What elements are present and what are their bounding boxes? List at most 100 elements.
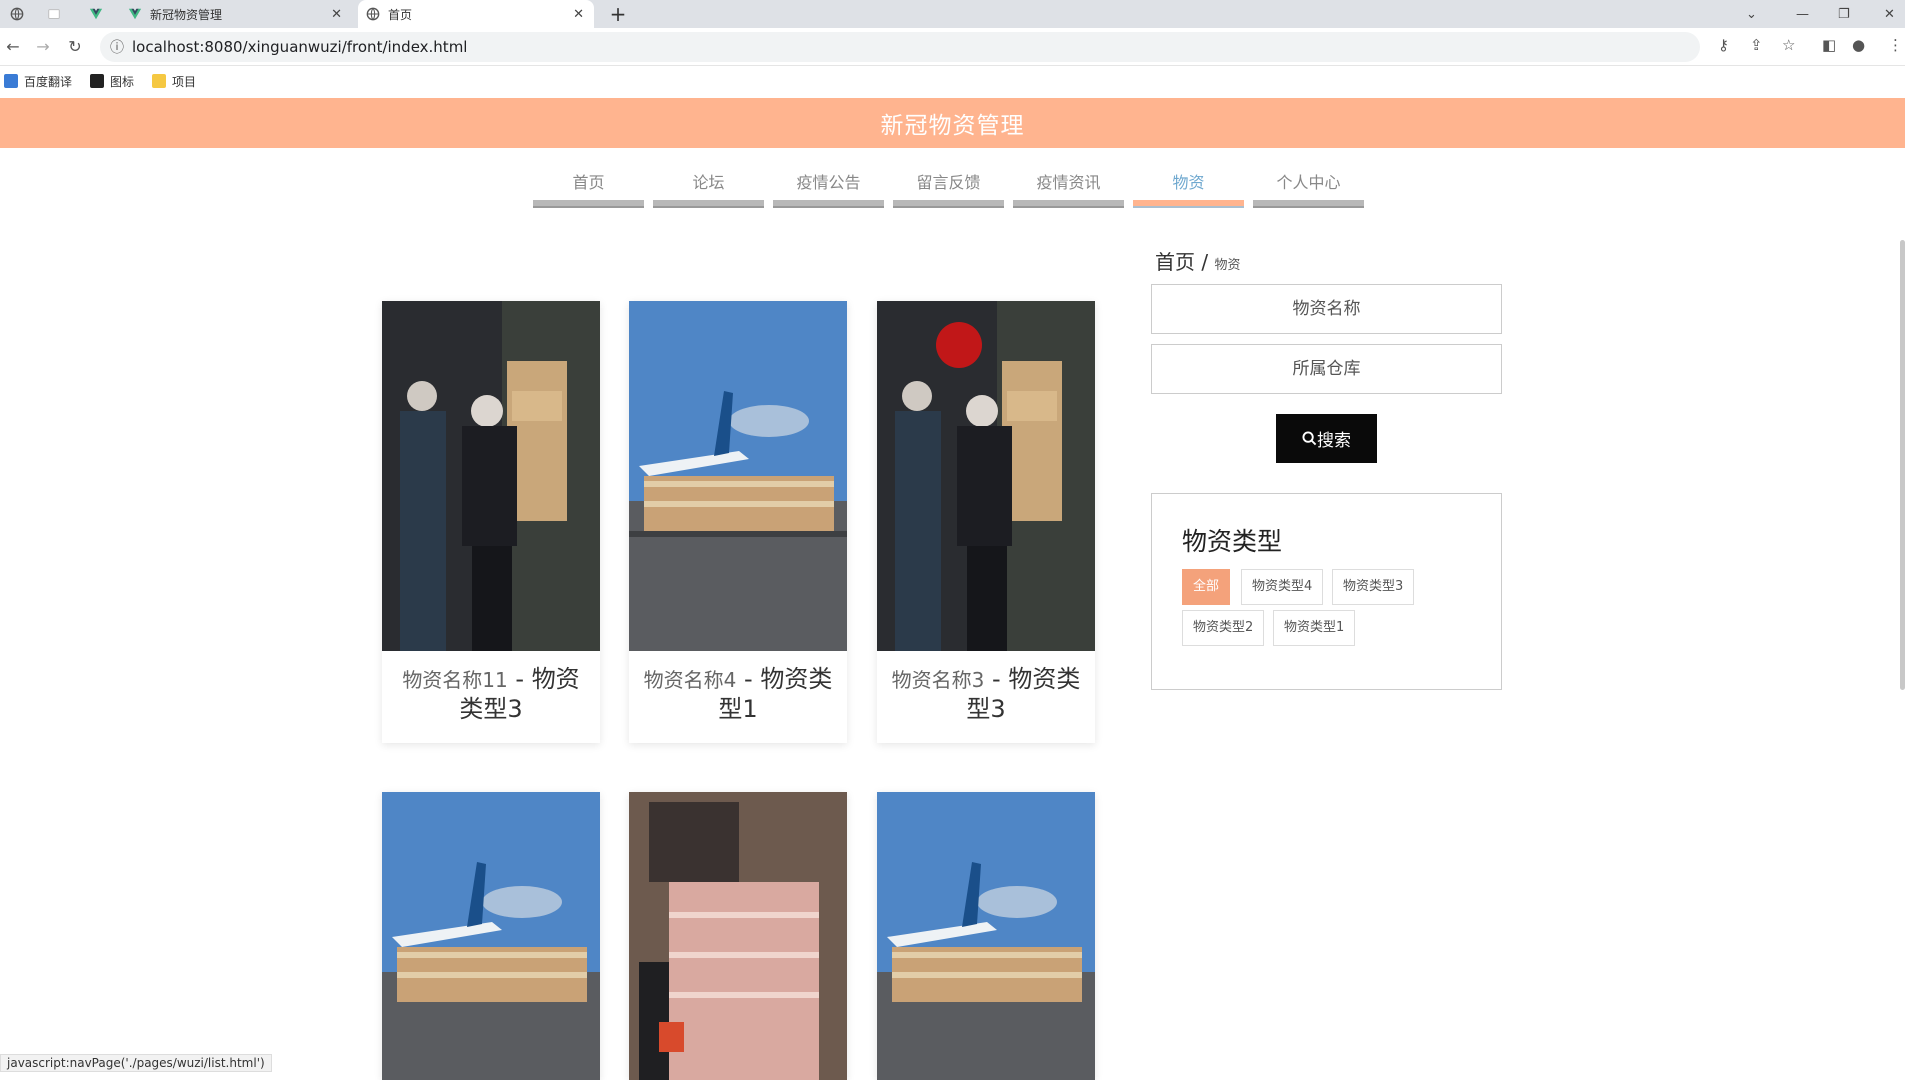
sidepanel-icon[interactable]: ◧ [1822, 36, 1836, 54]
bookmark-label: 图标 [110, 74, 135, 89]
nav-underline [533, 200, 644, 208]
breadcrumb: 首页 / 物资 [1155, 246, 1240, 275]
nav-underline [1013, 200, 1124, 208]
category-tag-all[interactable]: 全部 [1182, 569, 1231, 605]
tab-xinguan-admin[interactable]: 新冠物资管理 ✕ [124, 0, 352, 28]
bookmark-baidu-fanyi[interactable]: 百度翻译 [4, 73, 72, 90]
bookmark-label: 项目 [172, 74, 197, 89]
close-icon[interactable]: ✕ [573, 7, 584, 22]
bookmark-tubiao[interactable]: 图标 [90, 73, 134, 90]
category-tag-type1[interactable]: 物资类型1 [1273, 610, 1356, 646]
back-icon[interactable]: ← [2, 36, 24, 58]
nav-label: 疫情资讯 [1036, 173, 1101, 192]
product-card[interactable]: 物资名称3 - 物资类型3 [877, 301, 1095, 743]
search-icon [1302, 431, 1317, 446]
product-name: 物资名称3 [891, 668, 985, 692]
nav-label: 物资 [1172, 173, 1205, 192]
nav-item-supplies[interactable]: 物资 [1133, 168, 1244, 208]
new-tab-button[interactable]: + [606, 0, 630, 28]
click-indicator [936, 322, 982, 368]
nav-underline [653, 200, 764, 208]
product-card[interactable]: 物资名称11 - 物资类型3 [382, 301, 600, 743]
breadcrumb-separator: / [1195, 250, 1215, 274]
tab-title: 首页 [388, 7, 413, 22]
nav-item-home[interactable]: 首页 [533, 168, 644, 208]
status-link-preview: javascript:navPage('./pages/wuzi/list.ht… [0, 1054, 272, 1072]
product-card[interactable] [629, 792, 847, 1080]
globe-icon [10, 7, 24, 21]
tab-title: 新冠物资管理 [150, 7, 223, 22]
share-icon[interactable]: ⇪ [1750, 36, 1763, 54]
nav-label: 疫情公告 [796, 173, 861, 192]
airplane-cargo-photo [877, 792, 1095, 1080]
stacked-boxes-photo [629, 792, 847, 1080]
warehouse-input[interactable]: 所属仓库 [1151, 344, 1502, 394]
product-card[interactable] [877, 792, 1095, 1080]
tab-home[interactable]: 首页 ✕ [358, 0, 594, 28]
bookmarks-bar: 百度翻译 图标 项目 [0, 66, 1905, 96]
tab-pinned-vue[interactable] [84, 0, 108, 28]
category-tag-type2[interactable]: 物资类型2 [1182, 610, 1265, 646]
url-field[interactable]: ⓘ localhost:8080/xinguanwuzi/front/index… [100, 32, 1700, 62]
tab-pinned-2[interactable] [40, 0, 68, 28]
breadcrumb-home[interactable]: 首页 [1155, 250, 1195, 274]
category-tag-type3[interactable]: 物资类型3 [1332, 569, 1415, 605]
page-scrollbar[interactable] [1900, 240, 1905, 690]
menu-icon[interactable]: ⋮ [1888, 36, 1903, 54]
product-name: 物资名称11 [402, 668, 508, 692]
profile-icon[interactable]: ● [1852, 36, 1865, 54]
restore-icon[interactable]: ❐ [1838, 0, 1850, 28]
image-icon [90, 74, 105, 88]
star-icon[interactable]: ☆ [1782, 36, 1795, 54]
site-title: 新冠物资管理 [880, 113, 1025, 139]
nav-item-profile[interactable]: 个人中心 [1253, 168, 1364, 208]
nav-label: 首页 [572, 173, 605, 192]
nav-item-news[interactable]: 疫情资讯 [1013, 168, 1124, 208]
key-icon[interactable]: ⚷ [1718, 36, 1729, 54]
airplane-cargo-photo [382, 792, 600, 1080]
product-name: 物资名称4 [643, 668, 737, 692]
category-tag-type4[interactable]: 物资类型4 [1241, 569, 1324, 605]
close-icon[interactable]: ✕ [331, 7, 342, 22]
vue-logo-icon [128, 8, 142, 20]
caption-separator: - [984, 665, 1009, 693]
nav-label: 留言反馈 [916, 173, 981, 192]
airplane-cargo-photo [629, 301, 847, 651]
nav-item-announcement[interactable]: 疫情公告 [773, 168, 884, 208]
nav-underline [773, 200, 884, 208]
browser-tab-strip: 新冠物资管理 ✕ 首页 ✕ + ⌄ — ❐ ✕ [0, 0, 1905, 28]
product-caption: 物资名称4 - 物资类型1 [629, 651, 847, 743]
category-panel: 物资类型 全部 物资类型4 物资类型3 物资类型2 物资类型1 [1151, 493, 1502, 690]
address-bar-row: ← → ↻ ⓘ localhost:8080/xinguanwuzi/front… [0, 28, 1905, 66]
tab-pinned-1[interactable] [4, 0, 30, 28]
product-caption: 物资名称11 - 物资类型3 [382, 651, 600, 743]
search-button[interactable]: 搜索 [1276, 414, 1377, 463]
minimize-icon[interactable]: — [1796, 0, 1809, 28]
search-button-label: 搜索 [1317, 431, 1351, 451]
bookmark-xiangmu[interactable]: 项目 [152, 73, 196, 90]
supply-name-input[interactable]: 物资名称 [1151, 284, 1502, 334]
caption-separator: - [507, 665, 532, 693]
folder-icon [152, 74, 167, 88]
product-card[interactable] [382, 792, 600, 1080]
url-text: localhost:8080/xinguanwuzi/front/index.h… [132, 38, 468, 56]
product-card[interactable]: 物资名称4 - 物资类型1 [629, 301, 847, 743]
tab-search-icon[interactable]: ⌄ [1746, 0, 1757, 28]
bookmark-label: 百度翻译 [24, 74, 73, 89]
nav-item-feedback[interactable]: 留言反馈 [893, 168, 1004, 208]
reload-icon[interactable]: ↻ [64, 36, 86, 58]
nav-item-forum[interactable]: 论坛 [653, 168, 764, 208]
globe-icon [366, 7, 380, 21]
warehouse-workers-photo [382, 301, 600, 651]
nav-underline [1133, 200, 1244, 208]
category-title: 物资类型 [1182, 527, 1283, 556]
nav-underline [1253, 200, 1364, 208]
site-info-icon[interactable]: ⓘ [110, 37, 124, 57]
nav-label: 个人中心 [1276, 173, 1341, 192]
warehouse-workers-photo [877, 301, 1095, 651]
breadcrumb-current: 物资 [1214, 258, 1241, 273]
product-caption: 物资名称3 - 物资类型3 [877, 651, 1095, 743]
translate-icon [4, 74, 18, 88]
forward-icon[interactable]: → [32, 36, 54, 58]
window-close-icon[interactable]: ✕ [1884, 0, 1895, 28]
